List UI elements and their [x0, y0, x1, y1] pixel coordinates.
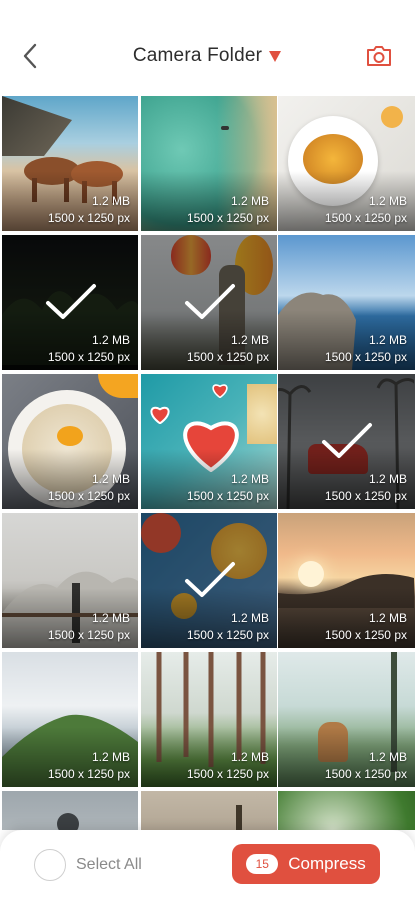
checkmark-icon [185, 562, 235, 597]
image-dimensions: 1500 x 1250 px [47, 350, 130, 364]
image-dimensions: 1500 x 1250 px [47, 211, 130, 225]
select-all-toggle[interactable]: Select All [34, 848, 142, 882]
photo-tile[interactable]: 1.2 MB 1500 x 1250 px [141, 96, 277, 231]
file-size: 1.2 MB [368, 611, 407, 625]
file-size: 1.2 MB [230, 333, 269, 347]
photo-tile[interactable]: 1.2 MB 1500 x 1250 px [278, 235, 415, 370]
photo-tile[interactable] [278, 791, 415, 830]
photo-tile[interactable]: 1.2 MB 1500 x 1250 px [278, 513, 415, 648]
page-title: Camera Folder [132, 45, 263, 66]
photo-tile[interactable]: 1.2 MB 1500 x 1250 px [141, 235, 277, 370]
photo-grid: 1.2 MB 1500 x 1250 px 1.2 MB 1500 x 1250 p… [0, 96, 415, 830]
file-size: 1.2 MB [91, 472, 130, 486]
file-size: 1.2 MB [368, 750, 407, 764]
select-all-radio[interactable] [34, 849, 66, 881]
file-size: 1.2 MB [368, 333, 407, 347]
compress-label: Compress [288, 854, 366, 873]
photo-tile[interactable]: 1.2 MB 1500 x 1250 px [2, 235, 138, 370]
caret-down-icon [269, 51, 282, 62]
photo-tile[interactable]: 1.2 MB 1500 x 1250 px [2, 96, 138, 231]
photo-tile[interactable]: 1.2 MB 1500 x 1250 px [278, 374, 415, 509]
image-dimensions: 1500 x 1250 px [324, 350, 407, 364]
image-dimensions: 1500 x 1250 px [186, 628, 269, 642]
photo-tile[interactable]: 1.2 MB 1500 x 1250 px [141, 374, 277, 509]
photo-tile[interactable]: 1.2 MB 1500 x 1250 px [2, 374, 138, 509]
selected-count-badge: 15 [246, 854, 279, 874]
file-size: 1.2 MB [230, 472, 269, 486]
file-size: 1.2 MB [368, 194, 407, 208]
file-size: 1.2 MB [230, 611, 269, 625]
checkmark-icon [322, 423, 372, 458]
image-dimensions: 1500 x 1250 px [324, 628, 407, 642]
photo-tile[interactable] [141, 791, 277, 830]
image-dimensions: 1500 x 1250 px [47, 767, 130, 781]
image-dimensions: 1500 x 1250 px [186, 767, 269, 781]
photo-tile[interactable]: 1.2 MB 1500 x 1250 px [141, 513, 277, 648]
image-dimensions: 1500 x 1250 px [324, 489, 407, 503]
bottom-action-bar: Select All 15 Compress [0, 830, 415, 900]
photo-thumbnail [278, 791, 415, 830]
checkmark-icon [185, 284, 235, 319]
image-dimensions: 1500 x 1250 px [47, 628, 130, 642]
checkmark-icon [46, 284, 96, 319]
camera-icon [367, 46, 391, 66]
compress-button[interactable]: 15 Compress [232, 844, 380, 884]
image-dimensions: 1500 x 1250 px [324, 211, 407, 225]
image-dimensions: 1500 x 1250 px [47, 489, 130, 503]
photo-tile[interactable]: 1.2 MB 1500 x 1250 px [2, 652, 138, 787]
image-dimensions: 1500 x 1250 px [186, 489, 269, 503]
file-size: 1.2 MB [230, 194, 269, 208]
image-dimensions: 1500 x 1250 px [324, 767, 407, 781]
file-size: 1.2 MB [91, 194, 130, 208]
file-size: 1.2 MB [91, 333, 130, 347]
photo-thumbnail [2, 791, 138, 830]
file-size: 1.2 MB [230, 750, 269, 764]
image-dimensions: 1500 x 1250 px [186, 350, 269, 364]
file-size: 1.2 MB [91, 611, 130, 625]
select-all-label: Select All [76, 856, 142, 873]
app-header: Camera Folder [0, 0, 415, 96]
file-size: 1.2 MB [368, 472, 407, 486]
file-size: 1.2 MB [91, 750, 130, 764]
photo-tile[interactable]: 1.2 MB 1500 x 1250 px [141, 652, 277, 787]
camera-button[interactable] [363, 40, 395, 72]
photo-tile[interactable]: 1.2 MB 1500 x 1250 px [278, 652, 415, 787]
image-dimensions: 1500 x 1250 px [186, 211, 269, 225]
photo-tile[interactable]: 1.2 MB 1500 x 1250 px [278, 96, 415, 231]
photo-tile[interactable]: 1.2 MB 1500 x 1250 px [2, 513, 138, 648]
photo-thumbnail [141, 791, 277, 830]
folder-selector[interactable]: Camera Folder [0, 42, 415, 70]
photo-tile[interactable] [2, 791, 138, 830]
